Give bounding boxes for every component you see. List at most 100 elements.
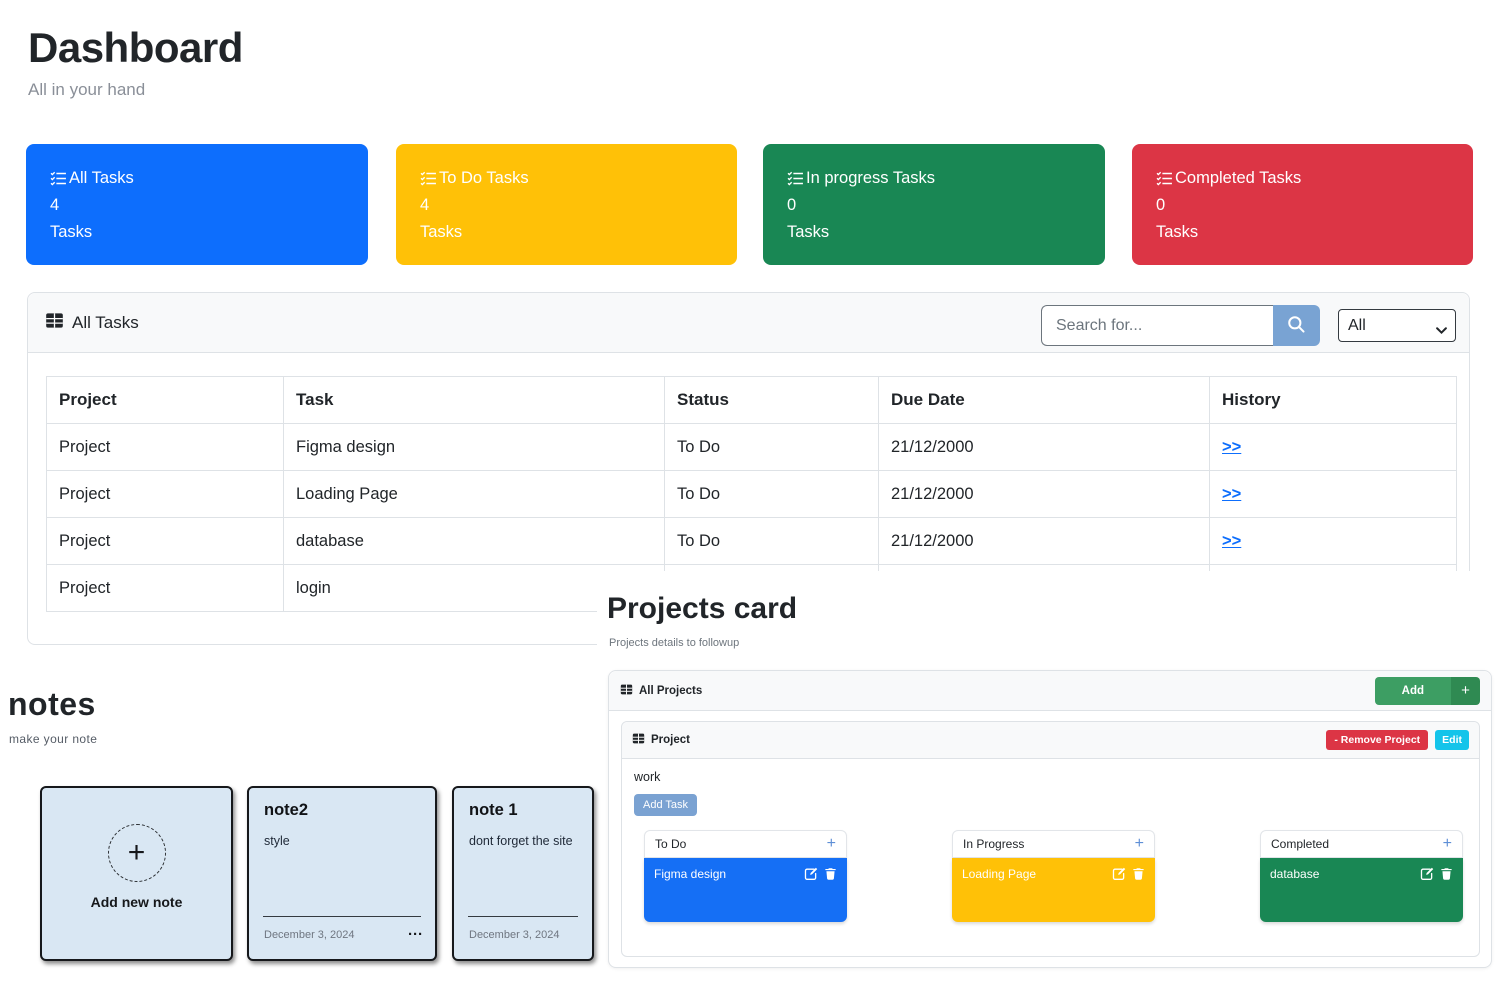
stat-card-todo-tasks[interactable]: To Do Tasks 4 Tasks <box>396 144 737 265</box>
list-check-icon <box>420 170 437 187</box>
stat-card-completed-tasks[interactable]: Completed Tasks 0 Tasks <box>1132 144 1473 265</box>
project-card: Project - Remove Project Edit work Add T… <box>621 721 1480 957</box>
projects-heading: Projects card <box>607 592 797 626</box>
stat-count: 4 <box>420 192 737 219</box>
cell-task: Figma design <box>284 424 665 471</box>
cell-status: To Do <box>665 471 879 518</box>
add-button-label: Add <box>1375 677 1451 705</box>
kanban-task-card[interactable]: Loading Page <box>952 858 1155 922</box>
add-note-card[interactable]: + Add new note <box>40 786 233 961</box>
cell-status: To Do <box>665 518 879 565</box>
kanban-column-inprogress: In Progress + Loading Page <box>952 830 1155 922</box>
plus-icon: + <box>1451 677 1480 705</box>
stat-card-all-tasks[interactable]: All Tasks 4 Tasks <box>26 144 368 265</box>
kanban-task-label: Loading Page <box>962 867 1036 881</box>
list-check-icon <box>787 170 804 187</box>
cell-project: Project <box>47 471 284 518</box>
notes-heading: notes <box>8 686 96 723</box>
history-link[interactable]: >> <box>1222 532 1241 550</box>
history-link[interactable]: >> <box>1222 438 1241 456</box>
table-row: Project Loading Page To Do 21/12/2000 >> <box>47 471 1457 518</box>
projects-subtitle: Projects details to followup <box>609 637 739 649</box>
page-subtitle: All in your hand <box>28 80 243 100</box>
cell-status: To Do <box>665 424 879 471</box>
col-header-history: History <box>1210 377 1457 424</box>
note-body: style <box>264 834 290 848</box>
note-title: note 1 <box>469 801 518 820</box>
note-card[interactable]: note2 style December 3, 2024 ··· <box>247 786 437 961</box>
table-row: Project Figma design To Do 21/12/2000 >> <box>47 424 1457 471</box>
page-title: Dashboard <box>28 24 243 72</box>
cell-project: Project <box>47 565 284 612</box>
search-input[interactable] <box>1041 305 1273 346</box>
cell-project: Project <box>47 424 284 471</box>
table-icon <box>620 683 633 699</box>
kanban-column-title: Completed <box>1271 837 1329 851</box>
col-header-task: Task <box>284 377 665 424</box>
list-check-icon <box>50 170 67 187</box>
project-name: work <box>634 770 660 784</box>
note-divider <box>263 916 421 917</box>
all-projects-panel: All Projects Add + Project - Remove Proj… <box>608 670 1492 968</box>
add-note-plus-icon[interactable]: + <box>108 824 166 882</box>
note-divider <box>468 916 578 917</box>
stat-label: All Tasks <box>69 169 134 188</box>
plus-icon[interactable]: + <box>1135 836 1144 852</box>
edit-icon[interactable] <box>1112 867 1126 881</box>
note-date: December 3, 2024 <box>264 929 355 941</box>
note-menu-icon[interactable]: ··· <box>408 930 423 940</box>
edit-project-button[interactable]: Edit <box>1435 730 1469 750</box>
all-projects-panel-header: All Projects Add + <box>609 671 1491 711</box>
stat-unit: Tasks <box>420 219 737 246</box>
cell-due-date: 21/12/2000 <box>879 471 1210 518</box>
note-card[interactable]: note 1 dont forget the site December 3, … <box>452 786 594 961</box>
kanban-task-label: Figma design <box>654 867 726 881</box>
kanban-column-title: To Do <box>655 837 686 851</box>
kanban-task-label: database <box>1270 867 1319 881</box>
kanban-column-completed: Completed + database <box>1260 830 1463 922</box>
stat-unit: Tasks <box>50 219 368 246</box>
page-header: Dashboard All in your hand <box>28 24 243 100</box>
history-link[interactable]: >> <box>1222 485 1241 503</box>
list-check-icon <box>1156 170 1173 187</box>
add-project-button[interactable]: Add + <box>1375 677 1480 705</box>
kanban-column-todo: To Do + Figma design <box>644 830 847 922</box>
stat-label: Completed Tasks <box>1175 169 1301 188</box>
table-header-row: Project Task Status Due Date History <box>47 377 1457 424</box>
cell-due-date: 21/12/2000 <box>879 424 1210 471</box>
notes-subtitle: make your note <box>9 732 97 746</box>
kanban-column-title: In Progress <box>963 837 1024 851</box>
search-group <box>1041 305 1320 346</box>
filter-select[interactable]: All <box>1338 309 1456 342</box>
table-row: Project database To Do 21/12/2000 >> <box>47 518 1457 565</box>
table-icon <box>45 311 64 335</box>
kanban-task-card[interactable]: Figma design <box>644 858 847 922</box>
trash-icon[interactable] <box>1132 867 1145 881</box>
stat-card-inprogress-tasks[interactable]: In progress Tasks 0 Tasks <box>763 144 1105 265</box>
plus-icon[interactable]: + <box>827 836 836 852</box>
stat-unit: Tasks <box>787 219 1105 246</box>
trash-icon[interactable] <box>824 867 837 881</box>
stat-count: 4 <box>50 192 368 219</box>
add-task-button[interactable]: Add Task <box>634 794 697 816</box>
col-header-project: Project <box>47 377 284 424</box>
add-note-label: Add new note <box>42 894 231 910</box>
note-body: dont forget the site <box>469 834 573 848</box>
plus-icon[interactable]: + <box>1443 836 1452 852</box>
note-title: note2 <box>264 801 308 820</box>
project-card-header: Project - Remove Project Edit <box>622 722 1479 759</box>
remove-project-button[interactable]: - Remove Project <box>1326 730 1428 750</box>
cell-project: Project <box>47 518 284 565</box>
col-header-due-date: Due Date <box>879 377 1210 424</box>
search-button[interactable] <box>1273 305 1320 346</box>
dashboard-page: Dashboard All in your hand All Tasks 4 T… <box>0 0 1500 1000</box>
col-header-status: Status <box>665 377 879 424</box>
cell-due-date: 21/12/2000 <box>879 518 1210 565</box>
stat-count: 0 <box>787 192 1105 219</box>
panel-title: All Tasks <box>72 313 139 333</box>
trash-icon[interactable] <box>1440 867 1453 881</box>
edit-icon[interactable] <box>804 867 818 881</box>
edit-icon[interactable] <box>1420 867 1434 881</box>
project-card-title: Project <box>651 734 690 746</box>
kanban-task-card[interactable]: database <box>1260 858 1463 922</box>
